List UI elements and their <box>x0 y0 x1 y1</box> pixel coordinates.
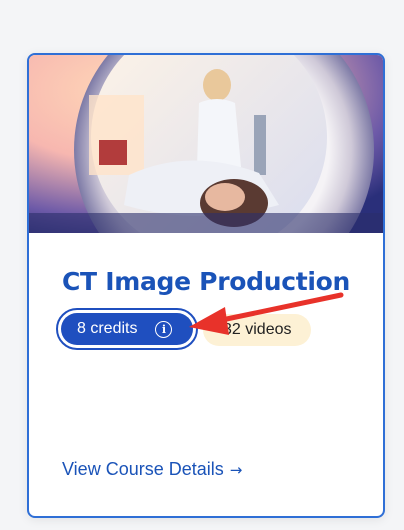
course-hero-image[interactable] <box>29 55 383 233</box>
view-course-details-link[interactable]: View Course Details → <box>62 459 242 480</box>
details-link-label: View Course Details <box>62 459 224 479</box>
credits-label: 8 credits <box>77 320 138 337</box>
videos-badge: 32 videos <box>203 314 311 346</box>
ct-scanner-image <box>29 55 383 233</box>
course-card[interactable]: CT Image Production 8 credits i 32 video… <box>27 53 385 518</box>
info-icon[interactable]: i <box>155 320 173 338</box>
videos-label: 32 videos <box>223 321 292 338</box>
course-title: CT Image Production <box>62 267 351 296</box>
credits-button[interactable]: 8 credits i <box>61 313 193 345</box>
arrow-right-icon: → <box>229 461 243 479</box>
credits-badge-focus-ring[interactable]: 8 credits i <box>56 308 198 350</box>
